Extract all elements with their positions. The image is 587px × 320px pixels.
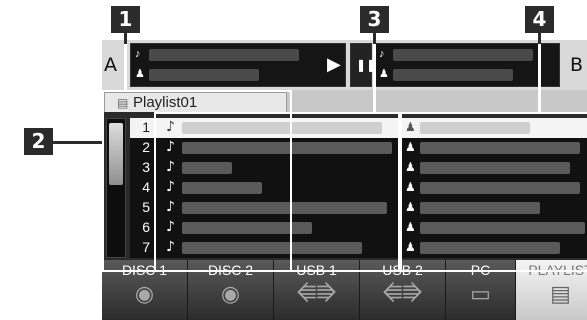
music-note-icon: ♪ (166, 159, 175, 175)
tab-playlist-label: Playlist01 (133, 94, 198, 111)
deck-b-panel[interactable]: ♪ ♟ (374, 43, 560, 87)
source-label: PLAYLIST (528, 262, 587, 278)
source-playlist-button[interactable]: PLAYLIST ▤ (516, 260, 587, 320)
track-number: 6 (142, 219, 150, 235)
tab-bar: ▤ Playlist01 (102, 90, 587, 112)
disc-icon: ◉ (220, 282, 241, 307)
now-playing-bar: A ♪ ♟ ▶ ❚❚ ♪ ♟ B (102, 40, 587, 90)
deck-a-artist-blurred (149, 69, 259, 81)
source-pc-button[interactable]: PC ▭ (446, 260, 516, 320)
artist-icon: ♟ (405, 180, 416, 194)
deck-a-pause-area[interactable]: ❚❚ (350, 43, 376, 87)
track-title-blurred (182, 222, 312, 234)
callout-1: 1 (111, 6, 140, 33)
usb-icon: ⭅⭆ (296, 282, 337, 307)
track-number: 5 (142, 199, 150, 215)
track-number: 7 (142, 239, 150, 255)
track-list: 1 ♪ ♟ 2 ♪ ♟ 3 ♪ ♟ 4 ♪ ♟ 5 ♪ ♟ 6 ♪ ♟ 7 ♪ … (102, 112, 587, 260)
callout-4: 4 (525, 6, 554, 33)
artist-icon: ♟ (405, 200, 416, 214)
usb-icon: ⭅⭆ (382, 282, 423, 307)
track-row[interactable]: 1 ♪ ♟ (130, 118, 587, 138)
track-artist-blurred (420, 182, 580, 194)
music-note-icon: ♪ (166, 239, 175, 255)
artist-icon: ♟ (379, 68, 389, 80)
callout-3: 3 (360, 6, 389, 33)
disc-icon: ◉ (134, 282, 155, 307)
source-disc-1-button[interactable]: DISC 1 ◉ (102, 260, 188, 320)
track-number: 1 (142, 119, 150, 135)
music-note-icon: ♪ (166, 139, 175, 155)
track-artist-blurred (420, 142, 580, 154)
source-disc-2-button[interactable]: DISC 2 ◉ (188, 260, 274, 320)
artist-icon: ♟ (405, 120, 416, 134)
track-title-blurred (182, 182, 262, 194)
track-title-blurred (182, 242, 362, 254)
track-row[interactable]: 5 ♪ ♟ (130, 198, 587, 218)
deck-b-artist-blurred (393, 69, 513, 81)
track-title-blurred (182, 202, 387, 214)
track-artist-blurred (420, 222, 585, 234)
track-title-blurred (182, 142, 392, 154)
deck-a-label: A (104, 54, 117, 76)
artist-icon: ♟ (405, 140, 416, 154)
music-note-icon: ♪ (166, 119, 175, 135)
deck-b-label: B (570, 54, 584, 76)
tab-playlist[interactable]: ▤ Playlist01 (104, 92, 287, 112)
track-artist-blurred (420, 122, 530, 134)
deck-b-title-blurred (393, 49, 533, 61)
track-artist-blurred (420, 162, 570, 174)
scrollbar[interactable] (106, 118, 126, 258)
callout-2-leader (53, 141, 102, 144)
music-note-icon: ♪ (135, 48, 141, 60)
list-icon: ▤ (117, 96, 129, 110)
track-number: 4 (142, 179, 150, 195)
track-number: 3 (142, 159, 150, 175)
track-title-blurred (182, 162, 232, 174)
play-icon: ▶ (327, 54, 341, 74)
source-usb-1-button[interactable]: USB 1 ⭅⭆ (274, 260, 360, 320)
track-artist-blurred (420, 202, 540, 214)
track-row[interactable]: 4 ♪ ♟ (130, 178, 587, 198)
source-label: DISC 1 (121, 262, 168, 278)
track-row[interactable]: 6 ♪ ♟ (130, 218, 587, 238)
source-label: USB 1 (296, 262, 337, 278)
track-artist-blurred (420, 242, 560, 254)
track-number: 2 (142, 139, 150, 155)
music-note-icon: ♪ (166, 179, 175, 195)
device-screen: A ♪ ♟ ▶ ❚❚ ♪ ♟ B ▤ Playlist01 1 ♪ ♟ 2 ♪ … (102, 40, 587, 320)
track-row[interactable]: 3 ♪ ♟ (130, 158, 587, 178)
deck-a-panel[interactable]: ♪ ♟ ▶ (130, 43, 346, 87)
deck-a-title-blurred (149, 49, 299, 61)
track-title-blurred (182, 122, 382, 134)
callout-3-leader (373, 44, 376, 112)
scrollbar-thumb[interactable] (109, 123, 123, 185)
source-label: USB 2 (382, 262, 423, 278)
callout-4-leader (538, 44, 541, 112)
list-icon: ▤ (550, 282, 571, 307)
pc-icon: ▭ (470, 282, 491, 307)
source-bar: DISC 1 ◉ DISC 2 ◉ USB 1 ⭅⭆ USB 2 ⭅⭆ PC ▭… (102, 260, 587, 320)
music-note-icon: ♪ (166, 199, 175, 215)
callout-1-leader (124, 44, 127, 90)
track-row[interactable]: 2 ♪ ♟ (130, 138, 587, 158)
music-note-icon: ♪ (166, 219, 175, 235)
artist-icon: ♟ (405, 240, 416, 254)
artist-icon: ♟ (405, 160, 416, 174)
track-row[interactable]: 7 ♪ ♟ (130, 238, 587, 258)
source-label: PC (470, 262, 491, 278)
source-usb-2-button[interactable]: USB 2 ⭅⭆ (360, 260, 446, 320)
source-label: DISC 2 (207, 262, 254, 278)
callout-2: 2 (24, 128, 53, 155)
artist-icon: ♟ (135, 68, 145, 80)
music-note-icon: ♪ (379, 48, 385, 60)
artist-icon: ♟ (405, 220, 416, 234)
